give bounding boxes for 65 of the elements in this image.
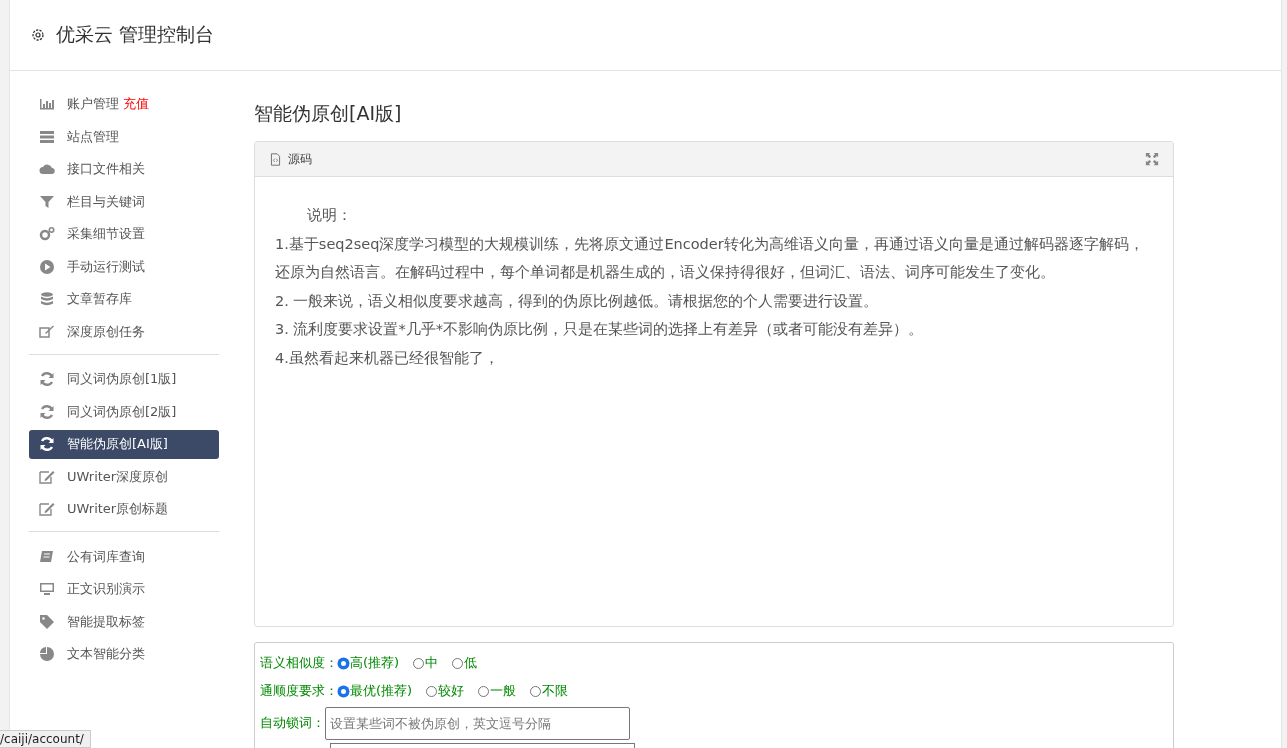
page-title: 智能伪原创[AI版] <box>254 101 403 126</box>
field-label: 自动锁词： <box>260 714 325 732</box>
notes-heading: 说明： <box>306 206 353 225</box>
sidebar-item[interactable]: 同义词伪原创[1版] <box>29 364 219 394</box>
settings-icon <box>30 27 46 43</box>
radio-button[interactable] <box>478 685 490 697</box>
refresh-icon <box>39 436 55 452</box>
radio-button[interactable] <box>530 685 542 697</box>
fullscreen-icon[interactable] <box>1145 152 1159 166</box>
sidebar-item[interactable]: 账户管理 充值 <box>29 89 219 119</box>
sidebar-item[interactable]: 公有词库查询 <box>29 542 219 571</box>
book-icon <box>39 548 55 565</box>
pie-chart-icon <box>39 646 55 662</box>
sidebar-item[interactable]: 文本智能分类 <box>29 639 219 669</box>
monitor-icon <box>39 581 55 597</box>
tag-icon <box>39 613 55 630</box>
sidebar-item[interactable]: UWriter深度原创 <box>29 462 219 491</box>
status-url: /caiji/account/ <box>0 730 91 748</box>
field-label: 语义相似度： <box>260 654 338 672</box>
edit-icon <box>39 468 55 485</box>
sidebar-item[interactable]: 接口文件相关 <box>29 154 219 184</box>
sidebar-item[interactable]: 文章暂存库 <box>29 284 219 314</box>
recharge-link[interactable]: 充值 <box>123 95 149 113</box>
sidebar-item[interactable]: 同义词伪原创[2版] <box>29 397 219 426</box>
server-icon <box>39 128 55 145</box>
radio-button[interactable] <box>413 657 425 669</box>
radio-button[interactable] <box>426 685 438 697</box>
lock-words-field[interactable]: 设置某些词不被伪原创，英文逗号分隔 <box>325 706 630 740</box>
sidebar-item[interactable]: 手动运行测试 <box>29 252 219 281</box>
menu-label: 账户管理 <box>67 95 119 113</box>
sidebar-item[interactable]: 栏目与关键词 <box>29 187 219 216</box>
sidebar-item[interactable]: 正文识别演示 <box>29 574 219 604</box>
field-label: 通顺度要求： <box>260 682 338 700</box>
radio-label[interactable]: 高(推荐) <box>350 654 400 672</box>
filter-icon <box>39 193 55 210</box>
app-title: 优采云 管理控制台 <box>56 22 215 47</box>
radio-button[interactable] <box>338 685 349 697</box>
file-code-icon <box>269 152 282 166</box>
note-paragraph: 4.虽然看起来机器已经很智能了， <box>275 348 500 368</box>
note-paragraph: 2. 一般来说，语义相似度要求越高，得到的伪原比例越低。请根据您的个人需要进行设置。 <box>275 291 880 311</box>
source-tab[interactable]: 源码 <box>288 150 312 168</box>
refresh-icon <box>39 403 55 420</box>
sidebar-item[interactable]: 站点管理 <box>29 122 219 151</box>
radio-label[interactable]: 较好 <box>438 682 465 700</box>
bar-chart-icon <box>39 96 55 112</box>
sidebar-item[interactable]: UWriter原创标题 <box>29 494 219 524</box>
radio-label[interactable]: 最优(推荐) <box>350 682 413 700</box>
radio-label[interactable]: 一般 <box>490 682 517 700</box>
radio-button[interactable] <box>452 657 464 669</box>
edit-icon <box>39 323 55 340</box>
sidebar-item[interactable]: 采集细节设置 <box>29 219 219 249</box>
gears-icon <box>39 226 55 242</box>
database-icon <box>39 291 55 307</box>
sidebar-item[interactable]: 智能伪原创[AI版] <box>29 429 219 459</box>
refresh-icon <box>39 371 55 387</box>
play-icon <box>39 258 55 275</box>
note-paragraph: 3. 流利度要求设置*几乎*不影响伪原比例，只是在某些词的选择上有差异（或者可能没有差异）。 <box>275 320 924 339</box>
radio-label[interactable]: 中 <box>425 654 439 672</box>
radio-label[interactable]: 不限 <box>542 682 569 700</box>
note-paragraph: 1.基于seq2seq深度学习模型的大规模训练，先将原文通过Encoder转化为高维语义向量，再通过语义向量是通过解码器逐字解码，还原为自然语言。在解码过程中，每个单词都是机器生成的，语义保持得很好，但词汇、语法、词序可能发生了变化。 <box>275 234 1145 282</box>
radio-button[interactable] <box>338 657 349 669</box>
sidebar-item[interactable]: 深度原创任务 <box>29 317 219 346</box>
edit-icon <box>39 501 55 517</box>
radio-label[interactable]: 低 <box>464 654 478 672</box>
sidebar-item[interactable]: 智能提取标签 <box>29 607 219 636</box>
